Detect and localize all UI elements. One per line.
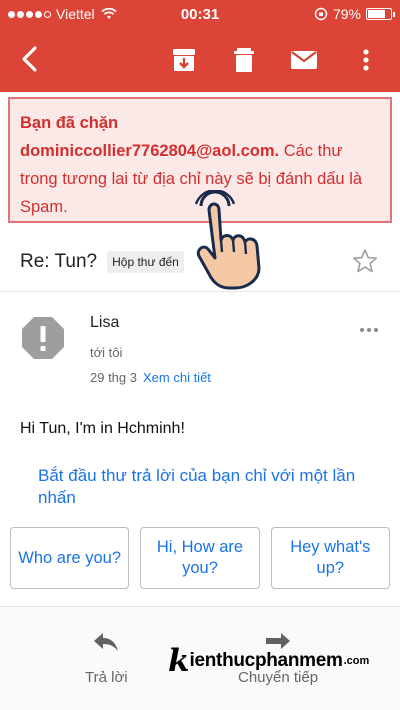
message-more-icon[interactable] <box>360 328 378 332</box>
blocked-email: dominiccollier7762804@aol.com. <box>20 142 280 160</box>
status-bar: Viettel 00:31 79% <box>0 0 400 28</box>
message-header: Lisa tới tôi 29 thg 3 Xem chi tiết <box>0 300 400 400</box>
inbox-label-chip[interactable]: Hộp thư đến <box>107 250 184 273</box>
smart-reply-how-are-you[interactable]: Hi, How are you? <box>140 527 260 589</box>
tap-hand-icon <box>195 190 261 290</box>
recipient-line: tới tôi <box>90 345 123 360</box>
envelope-icon[interactable] <box>288 44 320 76</box>
signal-strength-icon <box>8 10 51 18</box>
spam-warning-avatar-icon <box>22 317 64 359</box>
battery-icon <box>366 8 395 20</box>
trash-icon[interactable] <box>228 44 260 76</box>
message-body: Hi Tun, I'm in Hchminh! <box>20 420 185 437</box>
battery-percent: 79% <box>332 6 361 22</box>
watermark-text: ienthucphanmem <box>189 650 343 671</box>
star-icon[interactable] <box>352 248 378 274</box>
smart-reply-options: Who are you? Hi, How are you? Hey what's… <box>10 527 390 589</box>
more-vertical-icon[interactable] <box>350 44 382 76</box>
date-line: 29 thg 3 Xem chi tiết <box>90 370 211 385</box>
sender-name: Lisa <box>90 314 120 331</box>
archive-icon[interactable] <box>168 44 200 76</box>
watermark-domain: .com <box>343 655 370 667</box>
view-details-link[interactable]: Xem chi tiết <box>143 370 211 385</box>
message-toolbar <box>0 28 400 92</box>
blocked-notice-prefix: Bạn đã chặn <box>20 114 119 132</box>
reply-label: Trả lời <box>85 669 128 686</box>
smart-reply-whats-up[interactable]: Hey what's up? <box>270 527 390 589</box>
wifi-icon <box>101 8 117 19</box>
reply-icon <box>94 633 119 651</box>
smart-reply-who-are-you[interactable]: Who are you? <box>10 527 130 589</box>
watermark-k: k <box>168 643 190 679</box>
thread-subject: Re: Tun? <box>20 250 98 272</box>
back-arrow-icon[interactable] <box>14 42 48 76</box>
reply-button[interactable]: Trả lời <box>85 631 128 686</box>
carrier-name: Viettel <box>56 6 95 22</box>
battery-level-fill <box>368 10 386 18</box>
orientation-lock-icon <box>314 7 328 21</box>
smart-reply-hint: Bắt đầu thư trả lời của bạn chỉ với một … <box>38 466 356 507</box>
site-watermark-logo: k ienthucphanmem .com <box>168 643 378 679</box>
message-date: 29 thg 3 <box>90 370 137 385</box>
